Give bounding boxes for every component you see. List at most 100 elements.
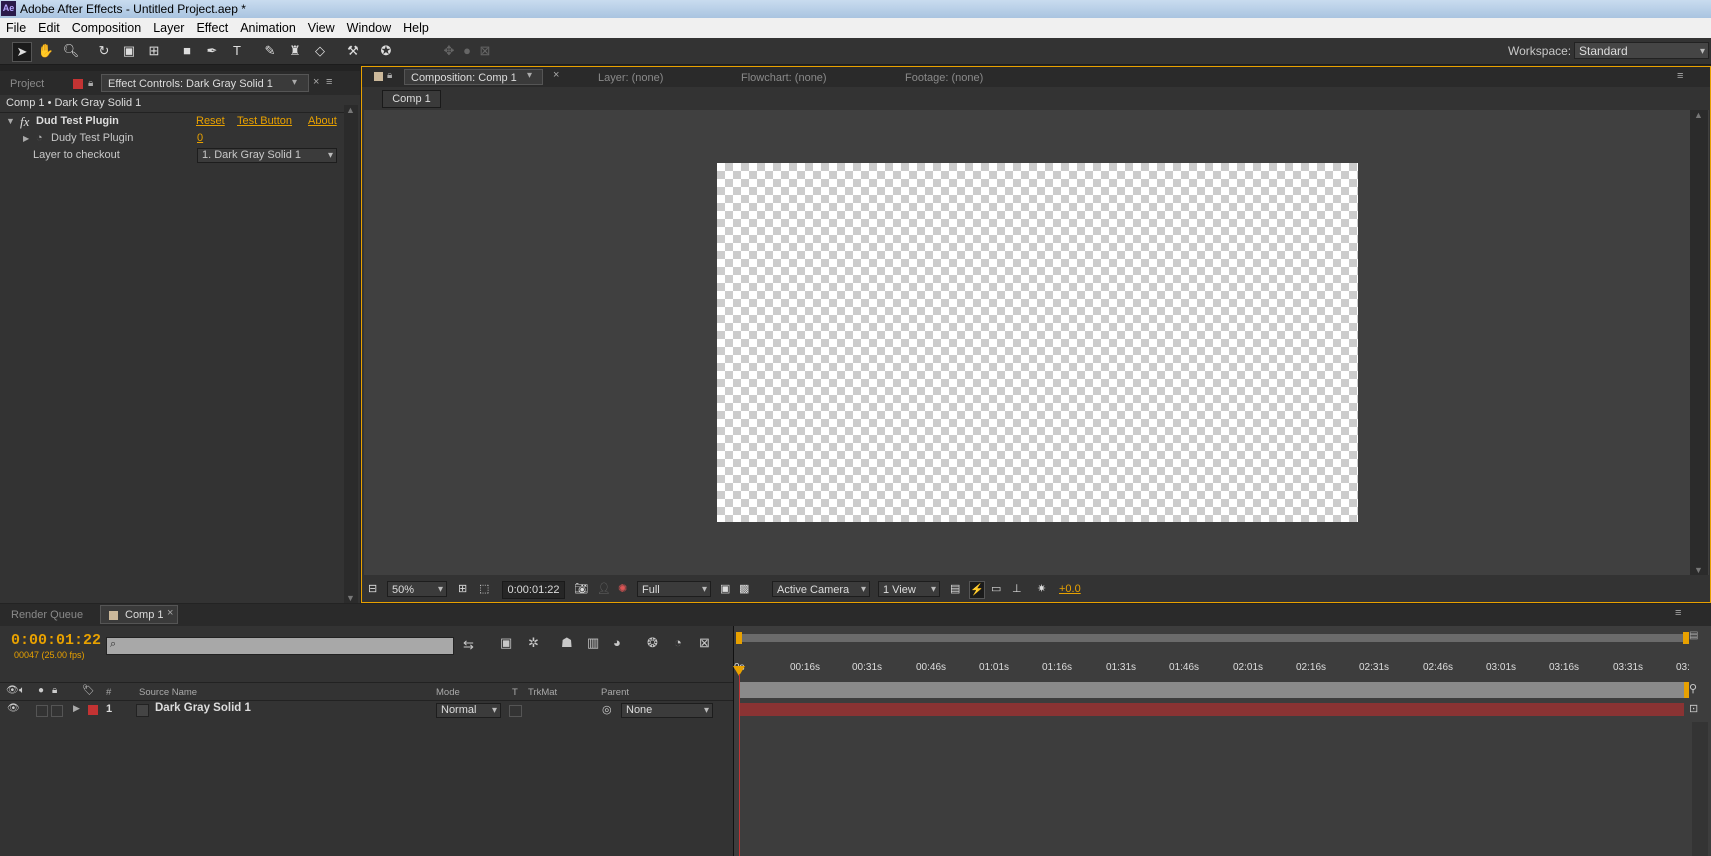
auto-keyframe-icon[interactable]: ◔ [674,635,682,650]
layer-mode-dropdown[interactable]: Normal [436,703,501,718]
pan-behind-tool-icon[interactable]: ⊞ [145,42,163,60]
scrollbar[interactable]: ▲ ▼ [344,105,358,603]
comp-button-icon[interactable]: ▤ [1689,630,1698,641]
close-icon[interactable]: × [553,69,559,81]
tab-flowchart[interactable]: Flowchart: (none) [741,69,827,87]
magnify-icon[interactable]: ⊟ [368,581,377,597]
pickwhip-icon[interactable]: ◎ [602,703,612,716]
transparency-grid-icon[interactable]: ▩ [739,581,749,597]
layer-checkout-dropdown[interactable]: 1. Dark Gray Solid 1 [197,148,337,163]
expand-triangle-icon[interactable]: ▶ [23,130,29,147]
table-row[interactable]: 👁︎ ▶ 1 Dark Gray Solid 1 Normal ◎ None [0,701,734,719]
transparency-grid-canvas[interactable] [717,163,1358,522]
menu-edit[interactable]: Edit [32,18,66,38]
rectangle-tool-icon[interactable]: ■ [178,42,196,60]
type-tool-icon[interactable]: T [228,42,246,60]
preserve-transparency-toggle[interactable] [509,705,522,717]
tab-dropdown-icon[interactable]: ▾ [527,70,532,81]
layer-visibility-icon[interactable]: 👁︎ [7,703,20,714]
region-of-interest-icon[interactable]: ▣ [720,581,730,597]
menu-effect[interactable]: Effect [190,18,234,38]
tab-render-queue[interactable]: Render Queue [11,606,83,624]
menu-view[interactable]: View [302,18,341,38]
brush-tool-icon[interactable]: ✎ [261,42,279,60]
expand-triangle-icon[interactable]: ▶ [73,703,80,714]
resolution-dropdown[interactable]: Full [637,581,711,598]
camera-tool-icon[interactable]: ▣ [120,42,138,60]
live-update-icon[interactable]: ▣ [500,635,512,651]
clone-stamp-tool-icon[interactable]: ♜ [286,42,304,60]
lock-icon[interactable]: 🔒︎ [52,685,57,696]
rotation-tool-icon[interactable]: ↻ [95,42,113,60]
camera-view-dropdown[interactable]: Active Camera [772,581,870,598]
tab-project[interactable]: Project [10,75,44,93]
fx-icon[interactable]: fx [20,113,29,130]
hand-tool-icon[interactable]: ✋ [37,42,55,60]
snapshot-camera-icon[interactable]: 📷︎ [574,581,588,597]
expand-triangle-icon[interactable]: ▼ [6,113,15,130]
about-link[interactable]: About [308,113,337,130]
col-parent[interactable]: Parent [601,687,629,698]
zoom-tool-icon[interactable]: 🔍︎ [62,42,80,60]
video-eye-icon[interactable]: 👁︎ [6,685,19,696]
menu-composition[interactable]: Composition [66,18,147,38]
comp-settings-icon[interactable]: ⊡ [1689,702,1698,715]
current-time-display[interactable]: 0:00:01:22 [502,581,565,599]
layer-parent-dropdown[interactable]: None [621,703,713,718]
test-button-link[interactable]: Test Button [237,113,292,130]
col-mode[interactable]: Mode [436,687,460,698]
panel-menu-icon[interactable]: ≡ [326,76,332,88]
col-t[interactable]: T [512,687,518,698]
tab-footage[interactable]: Footage: (none) [905,69,983,87]
layer-name[interactable]: Dark Gray Solid 1 [155,702,251,714]
navigator-start-handle[interactable] [736,632,742,644]
tab-effect-controls[interactable]: Effect Controls: Dark Gray Solid 1 [101,74,309,92]
menu-layer[interactable]: Layer [147,18,190,38]
lock-icon[interactable]: 🔒︎ [88,78,93,89]
exposure-icon[interactable]: ✷ [1037,581,1046,597]
layer-label-color[interactable] [88,705,98,715]
col-trkmat[interactable]: TrkMat [528,687,557,698]
audio-icon[interactable]: 🔈︎ [19,685,25,696]
menu-animation[interactable]: Animation [234,18,302,38]
scroll-up-icon[interactable]: ▲ [346,105,355,115]
safe-zones-icon[interactable]: ⊞ [458,581,467,597]
solo-icon[interactable]: ● [38,685,44,696]
current-time-indicator[interactable] [739,674,740,856]
comp-subtab[interactable]: Comp 1 [382,90,441,108]
scroll-up-icon[interactable]: ▲ [1694,110,1703,120]
label-tag-icon[interactable]: 🏷︎ [82,685,95,696]
frame-blending-icon[interactable]: ▥ [587,635,599,651]
motion-blur-icon[interactable]: ◕ [613,635,621,650]
scroll-down-icon[interactable]: ▼ [346,593,355,603]
graph-editor-icon[interactable]: ⊠ [699,635,710,651]
pen-tool-icon[interactable]: ✒ [203,42,221,60]
show-snapshot-icon[interactable]: 👤︎ [597,581,611,597]
close-icon[interactable]: × [313,76,319,88]
eraser-tool-icon[interactable]: ◇ [311,42,329,60]
layer-duration-bar[interactable] [739,703,1684,716]
workspace-dropdown[interactable]: Standard [1574,42,1709,60]
menu-help[interactable]: Help [397,18,435,38]
stopwatch-icon[interactable]: ◔ [36,130,43,147]
zoom-dropdown[interactable]: 50% [387,581,447,598]
scroll-down-icon[interactable]: ▼ [1694,565,1703,575]
work-area-bar[interactable] [739,682,1684,698]
layer-solo-toggle[interactable] [36,705,48,717]
comp-viewer[interactable] [364,110,1709,575]
fast-previews-icon[interactable]: ⚡ [969,581,985,599]
toggle-pixel-aspect-icon[interactable]: ▤ [950,581,960,597]
view-layout-dropdown[interactable]: 1 View [878,581,940,598]
layer-lock-toggle[interactable] [51,705,63,717]
menu-window[interactable]: Window [341,18,397,38]
timeline-icon[interactable]: ▭ [991,581,1001,597]
roto-brush-tool-icon[interactable]: ⚒ [344,42,362,60]
tab-dropdown-icon[interactable]: ▾ [292,77,297,88]
flowchart-icon[interactable]: ⊥ [1012,581,1022,597]
mask-visibility-icon[interactable]: ⬚ [479,581,489,597]
comp-marker-icon[interactable]: ⚲ [1689,682,1697,695]
menu-file[interactable]: File [0,18,32,38]
tab-composition[interactable]: Composition: Comp 1 [404,69,543,85]
time-navigator[interactable] [739,634,1689,642]
shy-layers-icon[interactable]: ☗ [561,635,573,651]
